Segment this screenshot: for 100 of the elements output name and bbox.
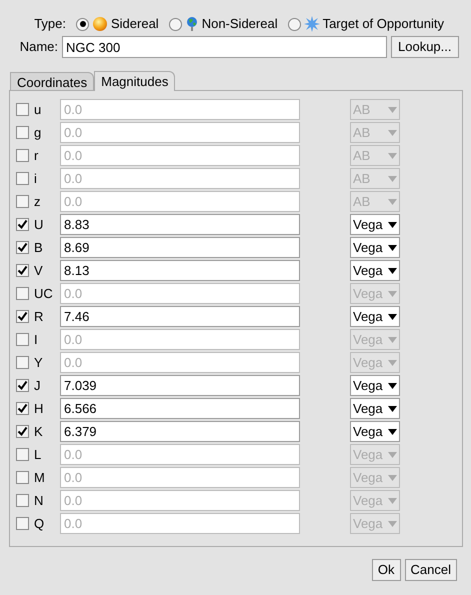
caret-icon	[388, 474, 397, 480]
type-label: Type:	[33, 15, 66, 34]
checkbox[interactable]	[16, 471, 29, 484]
caret-icon	[388, 106, 397, 112]
name-field[interactable]: NGC 300	[62, 36, 387, 58]
system-dropdown[interactable]: Vega	[350, 444, 400, 465]
radio-button[interactable]	[76, 18, 89, 30]
checkbox[interactable]	[16, 103, 29, 116]
magnitude-field[interactable]: 8.83	[60, 214, 300, 235]
system-dropdown[interactable]: AB	[350, 168, 400, 189]
magnitude-field[interactable]: 0.0	[60, 122, 300, 143]
system-dropdown[interactable]: Vega	[350, 329, 400, 350]
radio-button[interactable]	[288, 18, 301, 30]
checkbox[interactable]	[16, 218, 29, 231]
band-label: i	[34, 170, 38, 188]
system-dropdown[interactable]: AB	[350, 191, 400, 212]
band-label: U	[34, 216, 44, 234]
caret-icon	[388, 222, 397, 228]
caret-icon	[388, 268, 397, 274]
band-label: H	[34, 400, 44, 418]
caret-icon	[388, 290, 397, 296]
magnitude-field[interactable]: 0.0	[60, 513, 300, 534]
caret-icon	[388, 382, 397, 388]
system-dropdown[interactable]: AB	[350, 99, 400, 120]
caret-icon	[388, 176, 397, 182]
band-label: B	[34, 238, 44, 257]
band-label: Q	[34, 514, 46, 533]
globe-icon	[184, 16, 199, 32]
lookup-button[interactable]: Lookup...	[391, 36, 458, 58]
checkbox[interactable]	[16, 195, 29, 208]
checkbox[interactable]	[16, 494, 29, 507]
magnitude-field[interactable]: 8.13	[60, 260, 300, 281]
caret-icon	[388, 360, 397, 366]
band-label: z	[34, 192, 42, 211]
caret-icon	[388, 130, 397, 136]
magnitude-field[interactable]: 0.0	[60, 329, 300, 350]
checkbox[interactable]	[16, 126, 29, 139]
system-dropdown[interactable]: Vega	[350, 237, 400, 258]
system-dropdown[interactable]: Vega	[350, 490, 400, 511]
dialog-button[interactable]: Ok	[372, 559, 401, 581]
magnitude-field[interactable]: 0.0	[60, 352, 300, 373]
band-label: V	[34, 262, 44, 280]
checkbox[interactable]	[16, 448, 29, 461]
magnitude-field[interactable]: 0.0	[60, 168, 300, 189]
checkbox[interactable]	[16, 379, 29, 392]
checkbox[interactable]	[16, 402, 29, 415]
system-dropdown[interactable]: AB	[350, 145, 400, 166]
system-dropdown[interactable]: Vega	[350, 306, 400, 327]
checkbox[interactable]	[16, 425, 29, 438]
dialog-button[interactable]: Cancel	[404, 559, 457, 581]
name-label: Name:	[18, 38, 58, 56]
magnitude-field[interactable]: 0.0	[60, 490, 300, 511]
checkbox[interactable]	[16, 287, 29, 300]
radio-option[interactable]: Non-Sidereal	[168, 14, 278, 34]
magnitude-field[interactable]: 6.566	[60, 398, 300, 419]
band-label: R	[34, 308, 44, 326]
caret-icon	[388, 520, 397, 526]
magnitude-field[interactable]: 0.0	[60, 283, 300, 304]
radio-button[interactable]	[168, 18, 182, 30]
caret-icon	[388, 244, 397, 250]
system-dropdown[interactable]: Vega	[350, 375, 400, 396]
system-dropdown[interactable]: Vega	[350, 283, 400, 304]
checkbox[interactable]	[16, 333, 29, 346]
radio-option[interactable]: Target of Opportunity	[288, 14, 444, 34]
checkbox[interactable]	[16, 241, 29, 254]
caret-icon	[388, 428, 397, 434]
system-dropdown[interactable]: Vega	[350, 421, 400, 442]
band-label: UC	[34, 284, 54, 303]
system-dropdown[interactable]: Vega	[350, 214, 400, 235]
checkbox[interactable]	[16, 517, 29, 530]
magnitude-field[interactable]: 0.0	[60, 467, 300, 488]
checkbox[interactable]	[16, 172, 29, 185]
system-dropdown[interactable]: Vega	[350, 260, 400, 281]
system-dropdown[interactable]: AB	[350, 122, 400, 143]
system-dropdown[interactable]: Vega	[350, 513, 400, 534]
band-label: J	[34, 376, 42, 395]
system-dropdown[interactable]: Vega	[350, 352, 400, 373]
checkbox[interactable]	[16, 310, 29, 323]
system-dropdown[interactable]: Vega	[350, 467, 400, 488]
caret-icon	[388, 406, 397, 412]
radio-option[interactable]: Sidereal	[76, 14, 159, 34]
magnitude-field[interactable]: 0.0	[60, 99, 300, 120]
magnitude-field[interactable]: 6.379	[60, 421, 300, 442]
magnitude-field[interactable]: 0.0	[60, 145, 300, 166]
checkbox[interactable]	[16, 149, 29, 162]
magnitude-field[interactable]: 8.69	[60, 237, 300, 258]
checkbox[interactable]	[16, 264, 29, 277]
magnitude-field[interactable]: 0.0	[60, 191, 300, 212]
band-label: g	[34, 124, 42, 142]
magnitude-field[interactable]: 0.0	[60, 444, 300, 465]
band-label: N	[34, 492, 44, 510]
checkbox[interactable]	[16, 356, 29, 369]
band-label: L	[34, 446, 42, 464]
system-dropdown[interactable]: Vega	[350, 398, 400, 419]
tab[interactable]: Coordinates	[10, 72, 94, 90]
sun-icon	[92, 16, 108, 32]
band-label: I	[34, 330, 39, 349]
tab[interactable]: Magnitudes	[94, 71, 176, 91]
magnitude-field[interactable]: 7.46	[60, 306, 300, 327]
magnitude-field[interactable]: 7.039	[60, 375, 300, 396]
